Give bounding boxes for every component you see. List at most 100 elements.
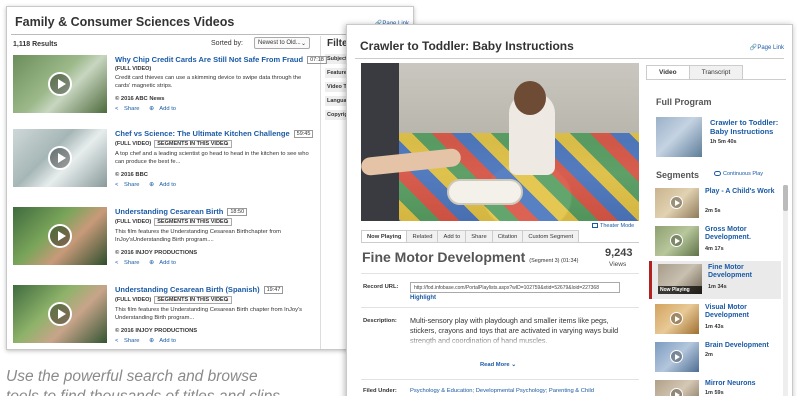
tab-citation[interactable]: Citation (491, 230, 524, 242)
play-icon (48, 224, 72, 248)
chevron-down-icon: ⌄ (224, 141, 230, 147)
record-url-field[interactable]: http://fod.infobase.com/PortalPlaylists.… (410, 282, 620, 293)
segment-item[interactable]: Brain Development 2m (649, 339, 781, 377)
divider (361, 307, 639, 308)
segment-duration: 2m (705, 352, 713, 358)
video-thumbnail[interactable] (13, 285, 107, 343)
monitor-icon (592, 223, 598, 228)
segment-duration: 4m 17s (705, 246, 724, 252)
results-count: 1,118 Results (13, 41, 58, 48)
segments-select[interactable]: SEGMENTS IN THIS VIDEO ⌄ (154, 218, 233, 226)
segments-select[interactable]: SEGMENTS IN THIS VIDEO ⌄ (154, 296, 233, 304)
add-to-button[interactable]: ⊕ Add to (149, 182, 180, 188)
segment-title: Play - A Child's Work (705, 188, 775, 195)
full-program-duration: 1h 5m 40s (710, 139, 737, 145)
share-icon: < (115, 106, 119, 112)
filed-under-label: Filed Under: (363, 388, 397, 394)
result-actions: < Share ⊕ Add to (115, 260, 184, 266)
result-item: Understanding Cesarean Birth (Spanish) 19… (13, 285, 313, 349)
tab-share[interactable]: Share (465, 230, 493, 242)
result-actions: < Share ⊕ Add to (115, 182, 184, 188)
full-video-badge: (FULL VIDEO) SEGMENTS IN THIS VIDEO ⌄ (115, 296, 233, 304)
full-video-badge: (FULL VIDEO) SEGMENTS IN THIS VIDEO ⌄ (115, 218, 233, 226)
segment-item-current[interactable]: Now Playing Fine Motor Development 1m 34… (649, 261, 781, 299)
video-player[interactable] (361, 63, 639, 221)
segment-item[interactable]: Play - A Child's Work 2m 5s (649, 185, 781, 223)
toggle-icon (714, 171, 721, 176)
segment-title: Fine Motor Development (Segment 3) (01:3… (362, 249, 579, 265)
result-title[interactable]: Why Chip Credit Cards Are Still Not Safe… (115, 55, 327, 64)
divider (361, 242, 639, 243)
divider (355, 58, 784, 59)
play-icon (670, 234, 683, 247)
read-more-link[interactable]: Read More ⌄ (480, 362, 516, 368)
video-thumbnail[interactable] (13, 55, 107, 113)
tab-add-to[interactable]: Add to (437, 230, 467, 242)
segments-scrollbar[interactable] (783, 185, 788, 396)
tab-video[interactable]: Video (646, 65, 690, 80)
result-title[interactable]: Understanding Cesarean Birth (Spanish) 19… (115, 285, 284, 294)
add-to-button[interactable]: ⊕ Add to (149, 106, 180, 112)
add-icon: ⊕ (149, 260, 154, 266)
page-link[interactable]: 🔗Page Link (750, 44, 784, 51)
tab-now-playing[interactable]: Now Playing (361, 230, 408, 242)
share-button[interactable]: < Share (115, 106, 143, 112)
full-program-title[interactable]: Crawler to Toddler: Baby Instructions (710, 118, 790, 136)
video-thumbnail[interactable] (13, 207, 107, 265)
share-button[interactable]: < Share (115, 338, 143, 344)
play-icon (48, 302, 72, 326)
result-description: Credit card thieves can use a skimming d… (115, 75, 302, 89)
divider (361, 379, 639, 380)
result-description: This film features the Understanding Ces… (115, 229, 281, 243)
theater-mode-button[interactable]: Theater Mode (592, 223, 634, 229)
video-frame-wall (361, 63, 639, 133)
highlight-link[interactable]: Highlight (410, 295, 436, 301)
result-publisher: © 2016 ABC News (115, 96, 165, 102)
tab-related[interactable]: Related (406, 230, 439, 242)
video-page-window: Crawler to Toddler: Baby Instructions 🔗P… (346, 24, 793, 396)
full-program-thumbnail[interactable] (656, 117, 702, 157)
segments-scrollbar-thumb[interactable] (783, 185, 788, 211)
share-button[interactable]: < Share (115, 182, 143, 188)
sort-select[interactable]: Newest to Old... ⌄ (254, 37, 310, 49)
chevron-down-icon: ⌄ (300, 41, 306, 47)
segments-select[interactable]: SEGMENTS IN THIS VIDEO ⌄ (154, 140, 233, 148)
segment-thumbnail (655, 188, 699, 218)
segment-item[interactable]: Gross Motor Development. 4m 17s (649, 223, 781, 261)
full-video-badge: (FULL VIDEO) SEGMENTS IN THIS VIDEO ⌄ (115, 140, 233, 148)
caption-line-1: Use the powerful search and browse (6, 368, 258, 385)
add-icon: ⊕ (149, 338, 154, 344)
tab-transcript[interactable]: Transcript (688, 65, 744, 80)
share-button[interactable]: < Share (115, 260, 143, 266)
segment-meta: (Segment 3) (01:34) (529, 258, 579, 264)
segment-title: Mirror Neurons (705, 380, 756, 387)
play-icon (670, 312, 683, 325)
full-program-heading: Full Program (656, 97, 712, 107)
video-frame-child-head (514, 81, 546, 115)
result-description: This film features the Understanding Ces… (115, 307, 303, 321)
views-label: Views (609, 261, 627, 268)
result-description: A top chef and a leading scientist go he… (115, 151, 309, 165)
share-icon: < (115, 338, 119, 344)
continuous-play-toggle[interactable]: Continuous Play (714, 171, 763, 177)
tab-custom-segment[interactable]: Custom Segment (522, 230, 580, 242)
duration-badge: 59:45 (293, 130, 314, 138)
play-icon (48, 72, 72, 96)
divider (361, 273, 639, 274)
segment-item[interactable]: Visual Motor Development 1m 43s (649, 301, 781, 339)
segment-thumbnail (655, 226, 699, 256)
description-fade (410, 335, 630, 347)
segment-item[interactable]: Mirror Neurons 1m 59s (649, 377, 781, 396)
result-title[interactable]: Understanding Cesarean Birth 18:50 (115, 207, 248, 216)
divider (646, 79, 786, 80)
share-icon: < (115, 182, 119, 188)
filed-under-links[interactable]: Psychology & Education; Developmental Ps… (410, 388, 594, 394)
add-to-button[interactable]: ⊕ Add to (149, 260, 180, 266)
result-item: Why Chip Credit Cards Are Still Not Safe… (13, 55, 327, 125)
duration-badge: 19:47 (263, 286, 284, 294)
result-title[interactable]: Chef vs Science: The Ultimate Kitchen Ch… (115, 129, 314, 138)
add-to-button[interactable]: ⊕ Add to (149, 338, 180, 344)
content-tabs: Now Playing Related Add to Share Citatio… (361, 230, 580, 242)
video-thumbnail[interactable] (13, 129, 107, 187)
result-actions: < Share ⊕ Add to (115, 338, 184, 344)
